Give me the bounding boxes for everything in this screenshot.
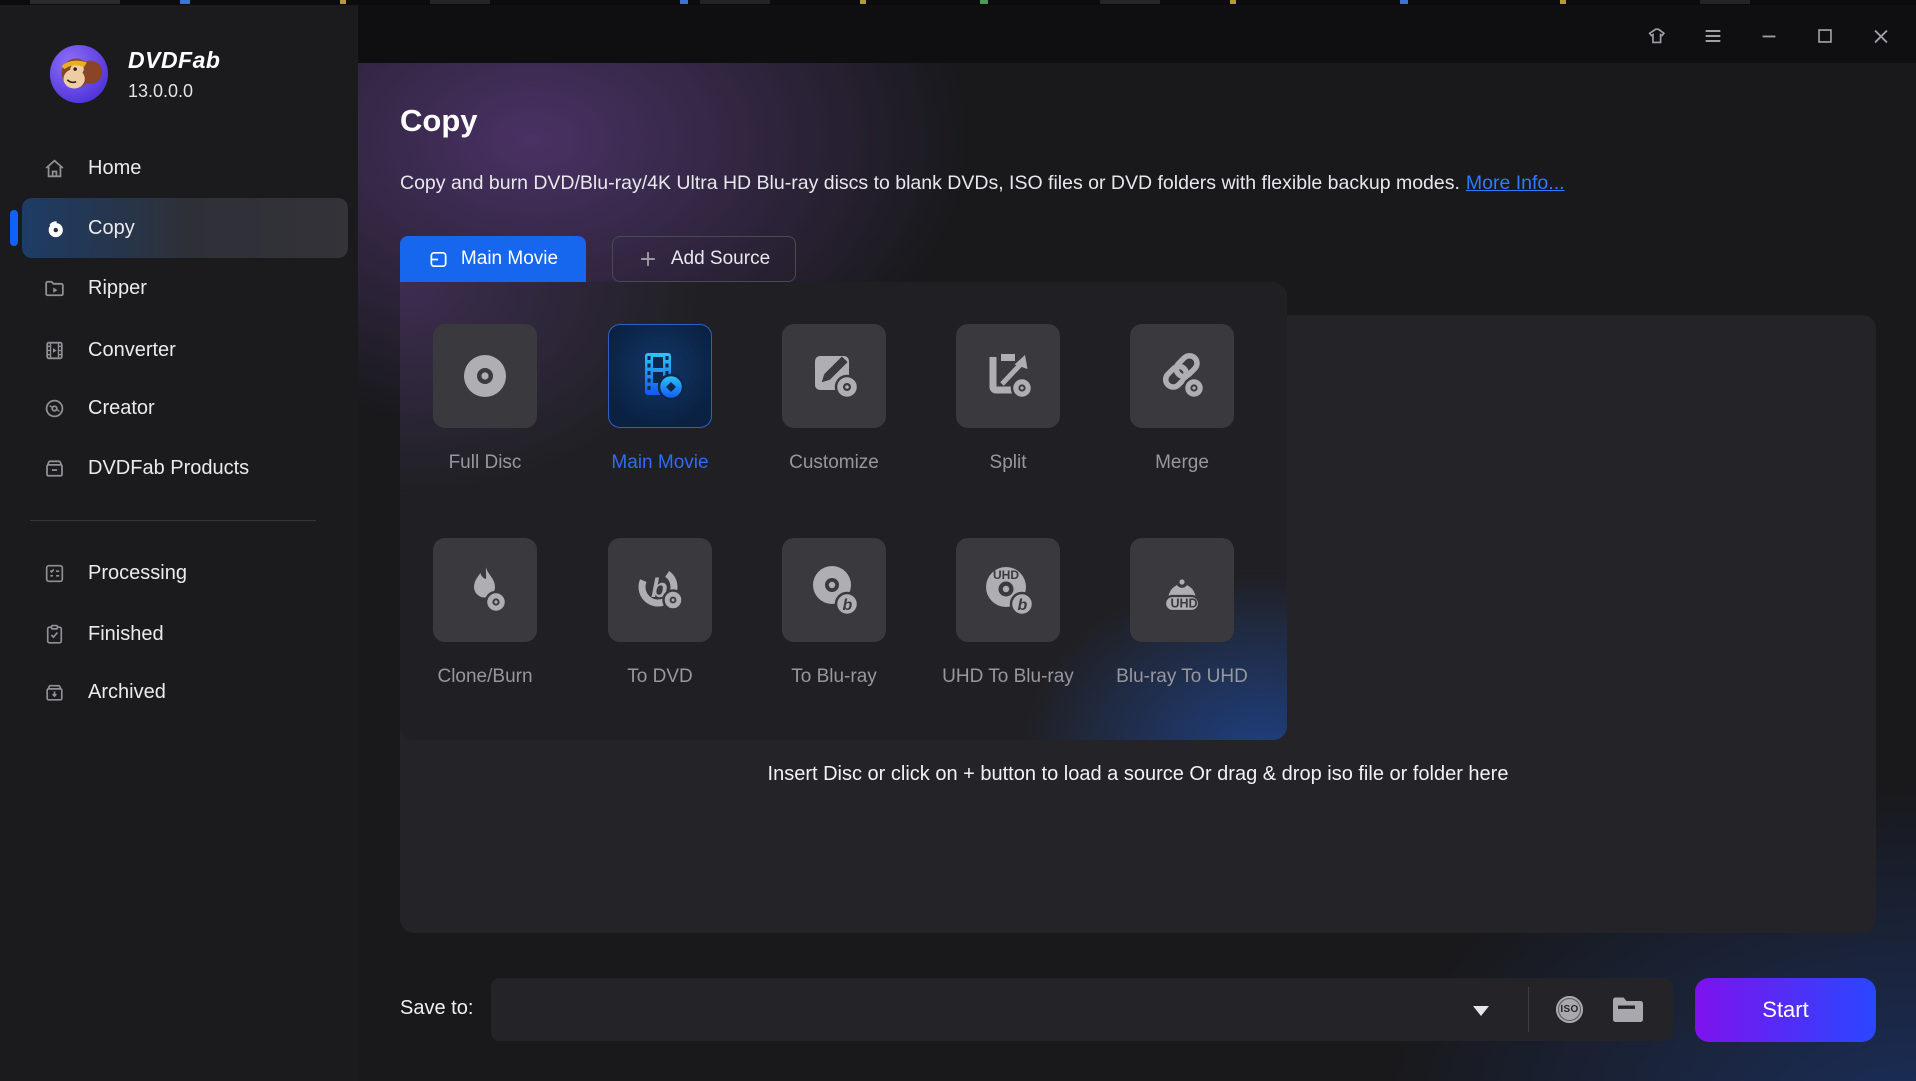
mode-uhd-to-blu-ray[interactable]: UHD b UHD To Blu-ray (923, 538, 1093, 688)
ripper-folder-icon (42, 276, 67, 301)
copy-disc-icon (42, 216, 67, 241)
to-dvd-icon: b (628, 558, 692, 622)
mode-main-movie[interactable]: Main Movie (575, 324, 745, 474)
page-title: Copy (400, 103, 478, 139)
sidebar-item-label: Copy (88, 217, 135, 240)
copy-mode-panel: Full Disc Main Movie (400, 282, 1287, 740)
plus-icon (638, 249, 658, 269)
finished-clipboard-icon (42, 622, 67, 647)
sidebar-item-label: Ripper (88, 277, 147, 300)
page-description: Copy and burn DVD/Blu-ray/4K Ultra HD Bl… (400, 172, 1565, 195)
main-movie-icon (628, 344, 692, 408)
mode-full-disc[interactable]: Full Disc (400, 324, 570, 474)
dropzone-hint: Insert Disc or click on + button to load… (400, 763, 1876, 786)
browse-folder-button[interactable] (1611, 993, 1645, 1025)
folder-icon (1611, 993, 1645, 1025)
archived-box-icon (42, 680, 67, 705)
dvdfab-monkey-logo-icon (48, 43, 110, 105)
dvdfab-window: DVDFab 13.0.0.0 Home Copy Ripper (0, 5, 1916, 1081)
sidebar-item-label: Home (88, 157, 141, 180)
start-button[interactable]: Start (1695, 978, 1876, 1042)
mode-panel-icon (428, 249, 449, 270)
input-divider (1528, 987, 1529, 1032)
sidebar-item-ripper[interactable]: Ripper (0, 262, 358, 314)
split-icon (976, 344, 1040, 408)
more-info-link[interactable]: More Info... (1466, 172, 1565, 194)
home-icon (42, 156, 67, 181)
full-disc-icon (453, 344, 517, 408)
sidebar-item-finished[interactable]: Finished (0, 608, 358, 660)
brand-version: 13.0.0.0 (128, 81, 220, 102)
sidebar-item-processing[interactable]: Processing (0, 547, 358, 599)
sidebar: DVDFab 13.0.0.0 Home Copy Ripper (0, 5, 358, 1081)
mode-clone-burn[interactable]: Clone/Burn (400, 538, 570, 688)
svg-text:b: b (843, 597, 853, 614)
svg-text:UHD: UHD (1171, 597, 1198, 611)
window-controls (1646, 25, 1892, 47)
mode-blu-ray-to-uhd[interactable]: UHD Blu-ray To UHD (1097, 538, 1267, 688)
mode-to-dvd[interactable]: b To DVD (575, 538, 745, 688)
sidebar-item-converter[interactable]: Converter (0, 324, 358, 376)
sidebar-item-label: Converter (88, 339, 176, 362)
menu-button[interactable] (1702, 25, 1724, 47)
mode-merge[interactable]: Merge (1097, 324, 1267, 474)
tab-main-movie[interactable]: Main Movie (400, 236, 586, 282)
products-box-icon (42, 456, 67, 481)
sidebar-item-dvdfab-products[interactable]: DVDFab Products (0, 442, 358, 494)
svg-text:UHD: UHD (993, 568, 1019, 582)
sidebar-item-creator[interactable]: Creator (0, 382, 358, 434)
customize-icon (802, 344, 866, 408)
converter-film-icon (42, 338, 67, 363)
processing-list-icon (42, 561, 67, 586)
save-to-label: Save to: (400, 997, 473, 1020)
mode-customize[interactable]: Customize (749, 324, 919, 474)
svg-text:b: b (1018, 597, 1028, 614)
sidebar-divider (30, 520, 316, 521)
mode-to-blu-ray[interactable]: b To Blu-ray (749, 538, 919, 688)
main-panel: Copy Copy and burn DVD/Blu-ray/4K Ultra … (358, 5, 1916, 1081)
close-button[interactable] (1870, 25, 1892, 47)
save-to-input[interactable]: ISO (491, 978, 1673, 1041)
minimize-button[interactable] (1758, 25, 1780, 47)
sidebar-item-label: DVDFab Products (88, 457, 249, 480)
mode-split[interactable]: Split (923, 324, 1093, 474)
sidebar-item-copy[interactable]: Copy (22, 198, 348, 258)
sidebar-item-label: Finished (88, 623, 164, 646)
brand-name: DVDFab (128, 47, 220, 74)
clone-burn-flame-icon (453, 558, 517, 622)
sidebar-item-label: Creator (88, 397, 155, 420)
theme-skin-button[interactable] (1646, 25, 1668, 47)
selected-indicator-bar (10, 210, 18, 246)
sidebar-item-label: Processing (88, 562, 187, 585)
brand: DVDFab 13.0.0.0 (48, 43, 220, 105)
merge-icon (1150, 344, 1214, 408)
sidebar-item-home[interactable]: Home (0, 142, 358, 194)
to-blu-ray-icon: b (802, 558, 866, 622)
dropdown-caret-icon[interactable] (1473, 1006, 1489, 1016)
sidebar-item-archived[interactable]: Archived (0, 666, 358, 718)
uhd-to-blu-ray-icon: UHD b (976, 558, 1040, 622)
creator-disc-icon (42, 396, 67, 421)
sidebar-item-label: Archived (88, 681, 166, 704)
blu-ray-to-uhd-icon: UHD (1150, 558, 1214, 622)
tab-add-source[interactable]: Add Source (612, 236, 796, 282)
maximize-button[interactable] (1814, 25, 1836, 47)
save-as-iso-button[interactable]: ISO (1556, 996, 1583, 1023)
